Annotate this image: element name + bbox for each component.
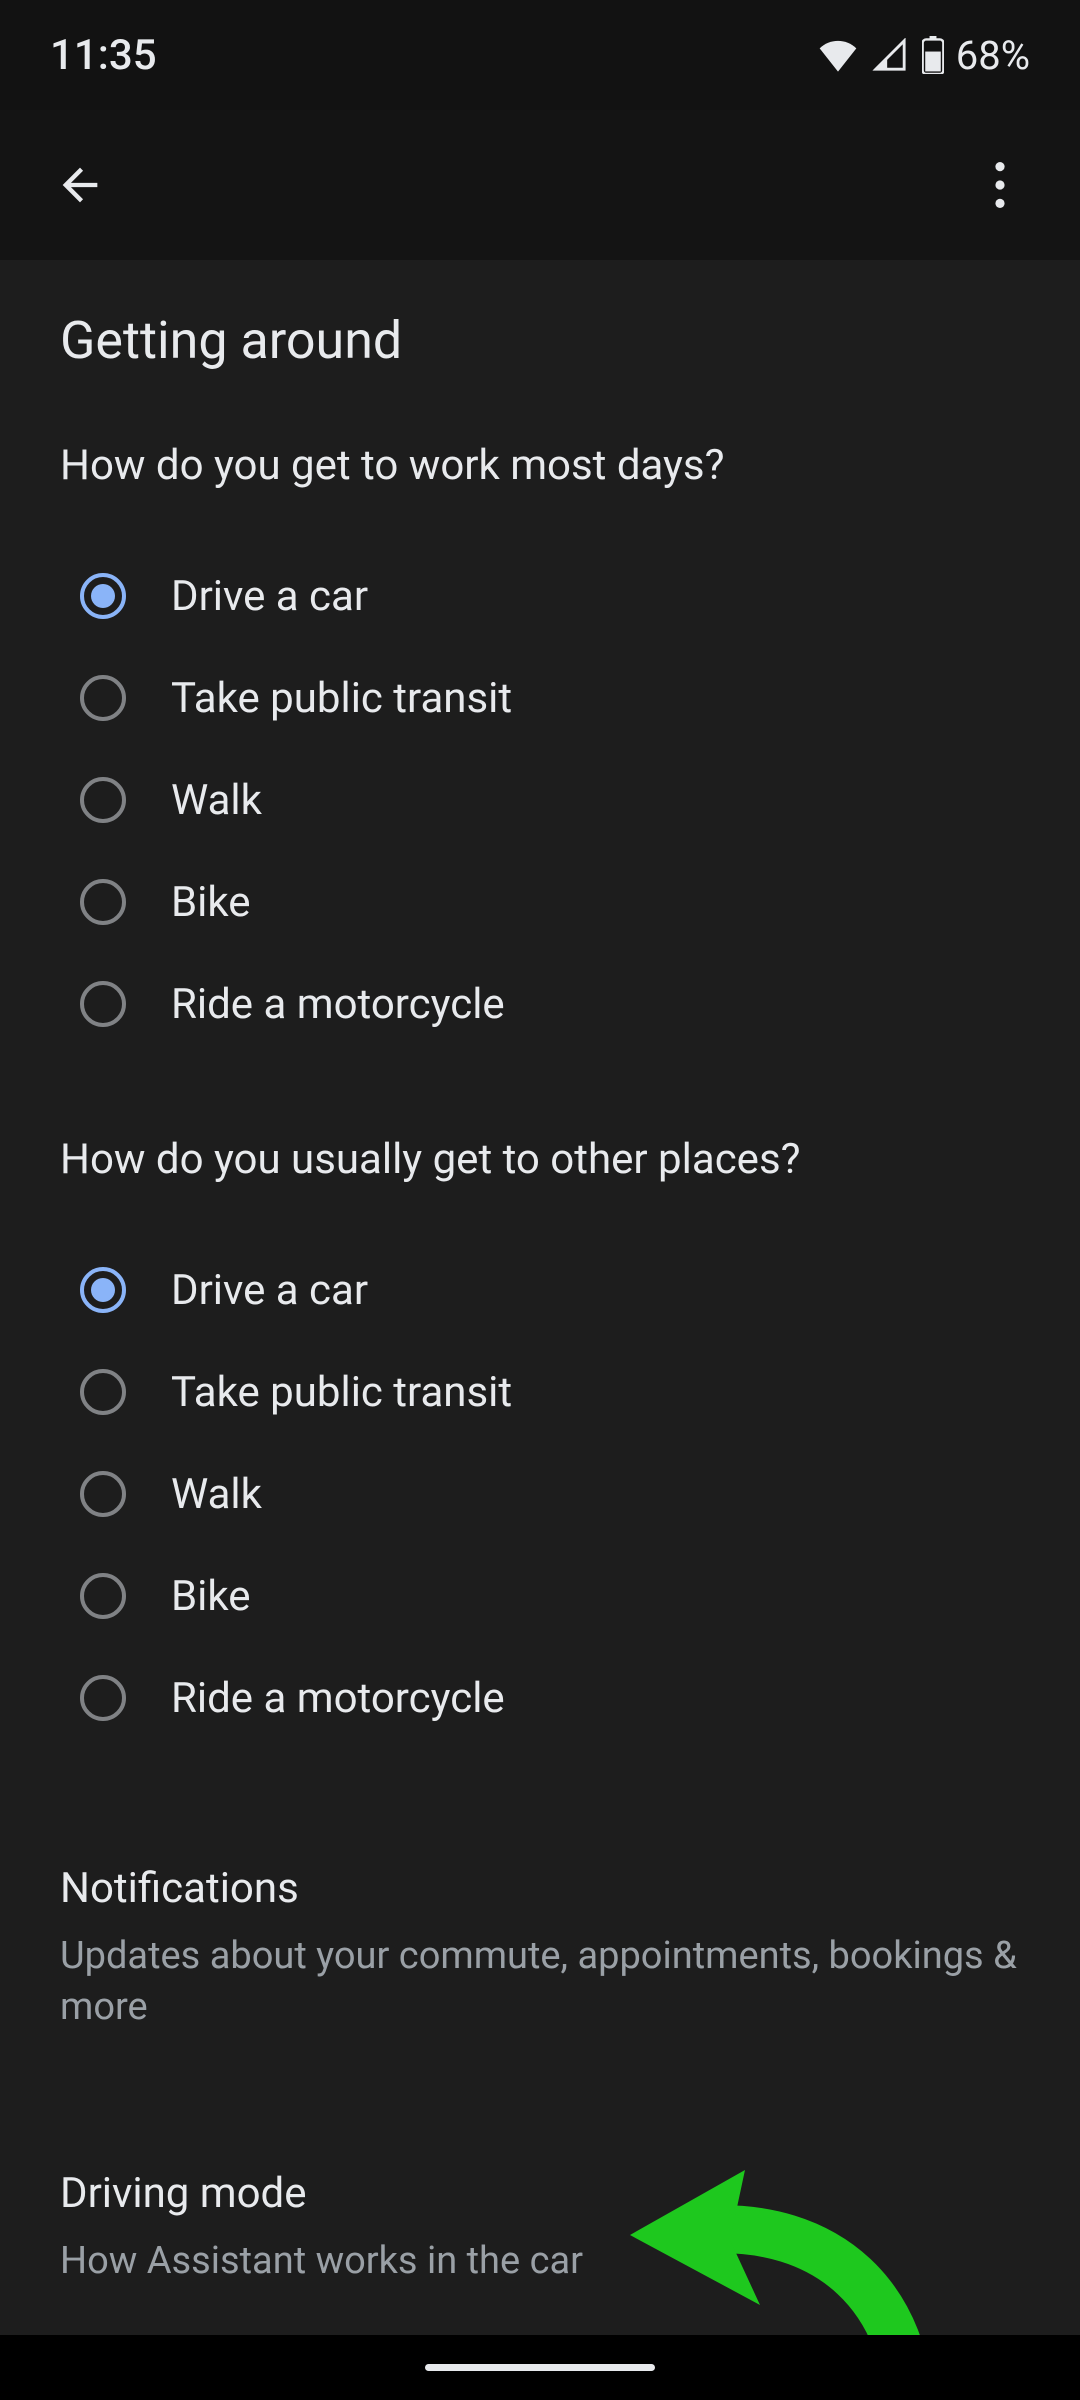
other-option-transit[interactable]: Take public transit	[80, 1341, 1020, 1443]
option-label: Bike	[171, 1572, 251, 1621]
other-option-bike[interactable]: Bike	[80, 1545, 1020, 1647]
radio-unchecked-icon	[80, 981, 126, 1027]
option-label: Walk	[171, 776, 262, 825]
driving-mode-title: Driving mode	[60, 2169, 1020, 2218]
more-vert-icon	[995, 162, 1005, 208]
driving-mode-subtitle: How Assistant works in the car	[60, 2236, 1020, 2287]
page-title: Getting around	[60, 310, 1020, 371]
option-label: Bike	[171, 878, 251, 927]
option-label: Take public transit	[171, 1368, 512, 1417]
radio-unchecked-icon	[80, 1675, 126, 1721]
other-places-options: Drive a car Take public transit Walk Bik…	[60, 1239, 1020, 1749]
home-indicator	[425, 2364, 655, 2371]
option-label: Drive a car	[171, 1266, 368, 1315]
status-time: 11:35	[50, 31, 157, 80]
work-option-drive[interactable]: Drive a car	[80, 545, 1020, 647]
work-option-bike[interactable]: Bike	[80, 851, 1020, 953]
radio-unchecked-icon	[80, 1471, 126, 1517]
option-label: Walk	[171, 1470, 262, 1519]
notifications-title: Notifications	[60, 1864, 1020, 1913]
battery-percent: 68%	[956, 32, 1030, 79]
radio-unchecked-icon	[80, 1573, 126, 1619]
work-option-motorcycle[interactable]: Ride a motorcycle	[80, 953, 1020, 1055]
wifi-icon	[818, 38, 858, 72]
status-bar: 11:35 68%	[0, 0, 1080, 110]
battery-icon	[922, 36, 944, 74]
back-button[interactable]	[45, 150, 115, 220]
radio-unchecked-icon	[80, 777, 126, 823]
other-option-motorcycle[interactable]: Ride a motorcycle	[80, 1647, 1020, 1749]
overflow-menu-button[interactable]	[965, 150, 1035, 220]
other-places-question: How do you usually get to other places?	[60, 1135, 1020, 1184]
nav-bar	[0, 2335, 1080, 2400]
driving-mode-item[interactable]: Driving mode How Assistant works in the …	[60, 2134, 1020, 2322]
signal-icon	[870, 38, 910, 72]
radio-checked-icon	[80, 573, 126, 619]
other-option-drive[interactable]: Drive a car	[80, 1239, 1020, 1341]
status-right: 68%	[818, 32, 1030, 79]
arrow-back-icon	[54, 159, 106, 211]
option-label: Ride a motorcycle	[171, 1674, 505, 1723]
radio-unchecked-icon	[80, 879, 126, 925]
option-label: Take public transit	[171, 674, 512, 723]
radio-checked-icon	[80, 1267, 126, 1313]
content-area: Getting around How do you get to work mo…	[0, 260, 1080, 2400]
other-option-walk[interactable]: Walk	[80, 1443, 1020, 1545]
app-bar	[0, 110, 1080, 260]
option-label: Ride a motorcycle	[171, 980, 505, 1029]
work-option-transit[interactable]: Take public transit	[80, 647, 1020, 749]
work-commute-options: Drive a car Take public transit Walk Bik…	[60, 545, 1020, 1055]
option-label: Drive a car	[171, 572, 368, 621]
work-commute-question: How do you get to work most days?	[60, 441, 1020, 490]
work-option-walk[interactable]: Walk	[80, 749, 1020, 851]
radio-unchecked-icon	[80, 675, 126, 721]
notifications-subtitle: Updates about your commute, appointments…	[60, 1931, 1020, 2034]
notifications-item[interactable]: Notifications Updates about your commute…	[60, 1829, 1020, 2069]
radio-unchecked-icon	[80, 1369, 126, 1415]
